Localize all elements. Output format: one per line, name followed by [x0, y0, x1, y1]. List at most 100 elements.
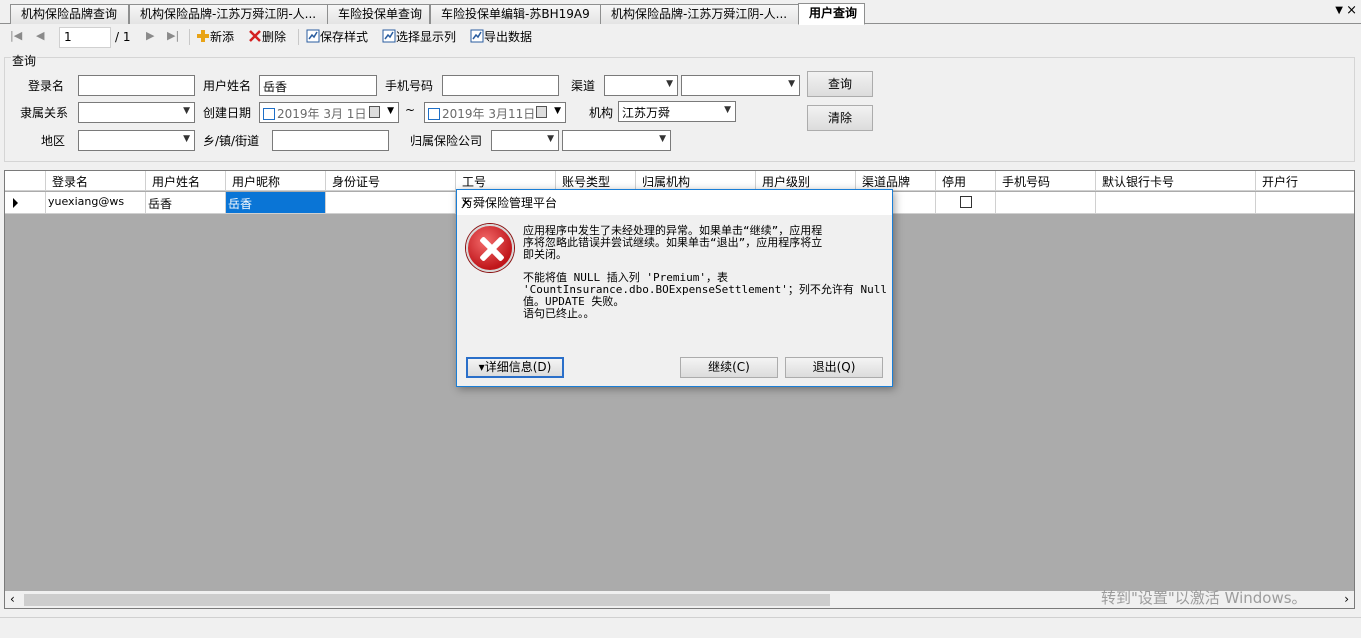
column-header[interactable]: 用户昵称 — [226, 171, 326, 191]
save-style-label: 保存样式 — [320, 30, 369, 44]
scroll-left-icon[interactable]: ‹ — [10, 592, 15, 606]
page-total-label: / 1 — [115, 30, 131, 44]
delete-button[interactable]: 删除 — [248, 29, 286, 45]
town-input[interactable] — [272, 130, 389, 151]
chevron-down-icon: ▼ — [659, 134, 666, 144]
channel-select[interactable]: ▼ — [604, 75, 678, 96]
tab-org-brand-query[interactable]: 机构保险品牌查询 — [10, 4, 129, 24]
scroll-right-icon[interactable]: › — [1344, 592, 1349, 606]
cell-phone[interactable] — [996, 192, 1096, 213]
phone-input[interactable] — [442, 75, 559, 96]
channel-label: 渠道 — [571, 79, 596, 93]
created-date-label: 创建日期 — [203, 106, 252, 120]
insurer-label: 归属保险公司 — [410, 134, 483, 148]
error-icon — [466, 224, 514, 272]
export-button[interactable]: 导出数据 — [470, 29, 532, 45]
tab-user-query[interactable]: 用户查询 — [798, 3, 865, 25]
tab-org-brand-jiangyin-1[interactable]: 机构保险品牌-江苏万舜江阴-人... — [129, 4, 328, 24]
column-header[interactable]: 手机号码 — [996, 171, 1096, 191]
org-label: 机构 — [589, 106, 614, 120]
add-label: 新添 — [210, 30, 235, 44]
login-name-input[interactable] — [78, 75, 195, 96]
toolbar-separator — [298, 29, 299, 45]
row-header[interactable] — [5, 192, 46, 213]
page-number-input[interactable]: 1 — [59, 27, 111, 48]
cell-nickname[interactable]: 岳香 — [226, 192, 326, 213]
calendar-icon — [369, 106, 380, 118]
org-select[interactable]: 江苏万舜 ▼ — [618, 101, 736, 122]
dialog-close-icon[interactable]: ✕ — [461, 194, 884, 212]
affiliation-label: 隶属关系 — [20, 106, 69, 120]
created-date-to-picker[interactable]: 2019年 3月11日 ▼ — [424, 102, 566, 123]
error-message-summary: 应用程序中发生了未经处理的异常。如果单击“继续”，应用程 序将忽略此错误并尝试继… — [523, 224, 823, 261]
add-button[interactable]: 新添 — [196, 29, 234, 45]
search-button[interactable]: 查询 — [807, 71, 873, 97]
save-style-icon — [306, 29, 320, 43]
tab-auto-policy-edit[interactable]: 车险投保单编辑-苏BH19A9 — [430, 4, 601, 24]
affiliation-select[interactable]: ▼ — [78, 102, 195, 123]
column-header[interactable]: 渠道品牌 — [856, 171, 936, 191]
insurer-branch-select[interactable]: ▼ — [562, 130, 671, 151]
region-select[interactable]: ▼ — [78, 130, 195, 151]
column-header[interactable]: 账号类型 — [556, 171, 636, 191]
created-date-from-picker[interactable]: 2019年 3月 1日 ▼ — [259, 102, 399, 123]
scroll-thumb[interactable] — [24, 594, 830, 606]
column-header[interactable]: 身份证号 — [326, 171, 456, 191]
chevron-down-icon: ▼ — [183, 106, 190, 116]
choose-columns-icon — [382, 29, 396, 43]
cell-disabled[interactable] — [936, 192, 996, 213]
column-header[interactable]: 归属机构 — [636, 171, 756, 191]
clear-button[interactable]: 清除 — [807, 105, 873, 131]
chevron-down-icon: ▼ — [183, 134, 190, 144]
phone-label: 手机号码 — [385, 79, 434, 93]
column-header[interactable]: 开户行 — [1256, 171, 1354, 191]
prev-page-icon[interactable]: ◀ — [36, 29, 44, 42]
user-name-label: 用户姓名 — [203, 79, 252, 93]
tab-list-dropdown-icon[interactable]: ▼ — [1335, 5, 1343, 16]
chevron-down-icon: ▼ — [788, 79, 795, 89]
channel-brand-select[interactable]: ▼ — [681, 75, 800, 96]
region-label: 地区 — [41, 134, 66, 148]
date-to-checkbox[interactable] — [428, 108, 440, 120]
add-icon — [197, 30, 209, 42]
export-icon — [470, 29, 484, 43]
cell-bank-card[interactable] — [1096, 192, 1256, 213]
town-label: 乡/镇/街道 — [203, 134, 260, 148]
toolbar-separator — [189, 29, 190, 45]
close-tab-icon[interactable]: × — [1346, 3, 1357, 18]
continue-button[interactable]: 继续(C) — [680, 357, 778, 378]
delete-icon — [249, 30, 261, 42]
column-header[interactable]: 停用 — [936, 171, 996, 191]
date-to-value: 2019年 3月11日 — [442, 107, 536, 121]
next-page-icon[interactable]: ▶ — [146, 29, 154, 42]
column-header[interactable]: 工号 — [456, 171, 556, 191]
first-page-icon[interactable]: |◀ — [10, 29, 22, 42]
cell-name[interactable]: 岳香 — [146, 192, 226, 213]
windows-activation-watermark: 转到"设置"以激活 Windows。 — [1101, 589, 1307, 607]
user-name-input[interactable]: 岳香 — [259, 75, 377, 96]
org-value: 江苏万舜 — [622, 106, 671, 120]
chevron-down-icon: ▼ — [554, 106, 561, 116]
cell-id-number[interactable] — [326, 192, 456, 213]
column-header[interactable]: 用户级别 — [756, 171, 856, 191]
cell-login[interactable]: yuexiang@ws — [46, 192, 146, 213]
cell-bank[interactable] — [1256, 192, 1354, 213]
insurer-select[interactable]: ▼ — [491, 130, 559, 151]
disabled-checkbox[interactable] — [960, 196, 972, 208]
tab-auto-policy-query[interactable]: 车险投保单查询 — [327, 4, 430, 24]
date-range-separator: ~ — [405, 103, 416, 117]
choose-columns-button[interactable]: 选择显示列 — [382, 29, 456, 45]
quit-button[interactable]: 退出(Q) — [785, 357, 883, 378]
save-style-button[interactable]: 保存样式 — [306, 29, 368, 45]
tab-org-brand-jiangyin-2[interactable]: 机构保险品牌-江苏万舜江阴-人... — [600, 4, 799, 24]
column-header[interactable]: 登录名 — [46, 171, 146, 191]
date-from-checkbox[interactable] — [263, 108, 275, 120]
column-header[interactable]: 用户姓名 — [146, 171, 226, 191]
calendar-icon — [536, 106, 547, 118]
column-header[interactable]: 默认银行卡号 — [1096, 171, 1256, 191]
query-group-title: 查询 — [11, 52, 38, 69]
date-from-value: 2019年 3月 1日 — [277, 107, 367, 121]
last-page-icon[interactable]: ▶| — [167, 29, 179, 42]
error-dialog: 万舜保险管理平台 ✕ 应用程序中发生了未经处理的异常。如果单击“继续”，应用程 … — [456, 189, 893, 387]
details-button[interactable]: ▾详细信息(D) — [466, 357, 564, 378]
